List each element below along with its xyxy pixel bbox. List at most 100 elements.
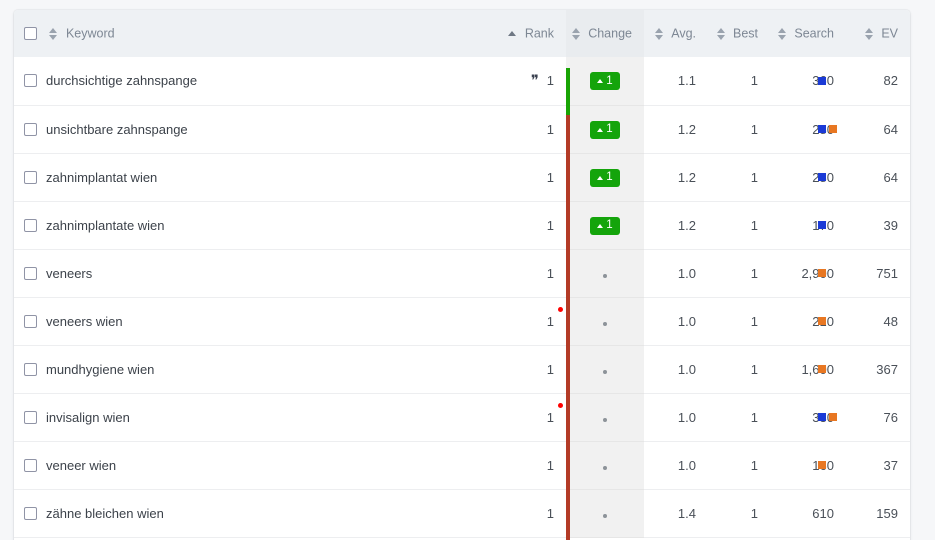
cell-change <box>566 249 644 298</box>
cell-avg: 1.0 <box>644 249 708 298</box>
avg-value: 1.4 <box>677 505 696 521</box>
cell-keyword: veneers <box>14 249 416 298</box>
row-checkbox[interactable] <box>24 266 37 280</box>
table-row[interactable]: durchsichtige zahnspange❞111.1136082 <box>14 57 910 106</box>
table-row[interactable]: veneer wien 1 1.0 1 160 37 <box>14 441 910 490</box>
row-checkbox[interactable] <box>24 170 37 184</box>
table-row[interactable]: veneers 1 1.0 1 2,900 751 <box>14 249 910 298</box>
row-checkbox[interactable] <box>24 458 37 472</box>
cell-change <box>566 345 644 394</box>
serp-feature-markers <box>818 125 837 133</box>
rank-value: 1 <box>546 217 554 233</box>
change-badge-up: 1 <box>590 72 620 91</box>
cell-best: 1 <box>708 153 770 202</box>
cell-rank: 1 <box>416 345 826 394</box>
row-checkbox[interactable] <box>24 122 37 136</box>
ev-value: 159 <box>876 505 898 521</box>
serp-marker-orange-icon <box>818 365 826 373</box>
cell-search: 1,600 <box>770 345 846 394</box>
avg-value: 1.2 <box>677 169 696 185</box>
row-checkbox[interactable] <box>24 314 37 328</box>
cell-best: 1 <box>708 105 770 154</box>
table-row[interactable]: zähne bleichen wien 1 1.4 1 610 159 <box>14 489 910 538</box>
change-badge-up: 1 <box>590 120 620 139</box>
select-all-checkbox[interactable] <box>24 27 37 41</box>
change-none-dot-icon <box>603 273 607 278</box>
rank-value: 1 <box>547 306 563 329</box>
best-value: 1 <box>750 409 758 425</box>
row-checkbox[interactable] <box>24 218 37 232</box>
avg-value: 1.0 <box>677 313 696 329</box>
keyword-rank-card: Keyword Rank Change Avg. Best Search EV … <box>14 10 910 540</box>
serp-marker-orange-icon <box>829 413 837 421</box>
sort-arrows-icon-rank <box>508 28 517 40</box>
cell-search: 610 <box>770 489 846 538</box>
cell-keyword: unsichtbare zahnspange <box>14 105 416 154</box>
serp-feature-markers <box>818 317 826 325</box>
cell-ev: 48 <box>846 297 910 346</box>
table-row[interactable]: veneers wien 1 1.0 1 210 48 <box>14 297 910 346</box>
change-badge-up: 1 <box>590 216 620 235</box>
cell-avg: 1.1 <box>644 57 708 106</box>
column-header-search[interactable]: Search <box>770 10 846 57</box>
change-none-dot-icon <box>603 321 607 326</box>
column-header-avg[interactable]: Avg. <box>644 10 708 57</box>
keyword-label: zahnimplantat wien <box>46 169 158 185</box>
rank-value: 1 <box>546 361 554 377</box>
ev-value: 367 <box>876 361 898 377</box>
cell-avg: 1.0 <box>644 441 708 490</box>
column-header-best[interactable]: Best <box>708 10 770 57</box>
column-header-change[interactable]: Change <box>566 10 644 57</box>
sort-arrows-icon-search <box>777 27 787 40</box>
serp-feature-markers <box>818 269 826 277</box>
serp-marker-orange-icon <box>818 317 826 325</box>
cell-ev: 64 <box>846 153 910 202</box>
best-value: 1 <box>750 313 758 329</box>
cell-ev: 39 <box>846 201 910 250</box>
cell-rank: 1 <box>416 249 826 298</box>
sort-arrows-icon-avg <box>654 27 664 40</box>
serp-marker-blue-icon <box>818 221 826 229</box>
cell-change: 1 <box>566 201 644 250</box>
row-checkbox[interactable] <box>24 506 37 520</box>
cell-best: 1 <box>708 57 770 106</box>
avg-value: 1.1 <box>677 73 696 89</box>
cell-ev: 751 <box>846 249 910 298</box>
table-row[interactable]: zahnimplantat wien 1 1 1.2 1 280 64 <box>14 153 910 202</box>
rank-value: 1 <box>547 402 563 425</box>
ev-value: 751 <box>876 265 898 281</box>
sort-arrows-icon-ev <box>864 27 874 40</box>
table-row[interactable]: invisalign wien11.0133076 <box>14 393 910 442</box>
ev-value: 64 <box>883 121 898 137</box>
change-none-dot-icon <box>603 417 607 422</box>
rank-strip-green <box>566 68 570 115</box>
ev-value: 64 <box>883 169 898 185</box>
cell-change <box>566 393 644 442</box>
column-header-ev[interactable]: EV <box>846 10 910 57</box>
cell-search: 280 <box>770 153 846 202</box>
avg-value: 1.2 <box>677 121 696 137</box>
column-header-rank[interactable]: Rank <box>416 10 566 57</box>
cell-keyword: zähne bleichen wien <box>14 489 416 538</box>
rank-value: 1 <box>546 73 554 89</box>
table-row[interactable]: zahnimplantate wien 1 1 1.2 1 170 39 <box>14 201 910 250</box>
header-row: Keyword Rank Change Avg. Best Search EV <box>14 10 910 57</box>
row-checkbox[interactable] <box>24 410 37 424</box>
cell-keyword: veneers wien <box>14 297 416 346</box>
cell-keyword: durchsichtige zahnspange <box>14 57 416 106</box>
serp-marker-orange-icon <box>818 269 826 277</box>
row-checkbox[interactable] <box>24 74 37 88</box>
column-header-keyword[interactable]: Keyword <box>14 10 416 57</box>
alert-dot-icon <box>558 402 563 408</box>
table-body: durchsichtige zahnspange❞111.1136082unsi… <box>14 57 910 538</box>
table-row[interactable]: mundhygiene wien 1 1.0 1 1,600 367 <box>14 345 910 394</box>
best-value: 1 <box>750 457 758 473</box>
cell-avg: 1.2 <box>644 153 708 202</box>
cell-best: 1 <box>708 393 770 442</box>
table-header: Keyword Rank Change Avg. Best Search EV <box>14 10 910 57</box>
table-row[interactable]: unsichtbare zahnspange111.2128064 <box>14 105 910 154</box>
featured-snippet-icon: ❞ <box>530 71 539 90</box>
sort-arrows-icon-best <box>716 27 726 40</box>
row-checkbox[interactable] <box>24 362 37 376</box>
cell-best: 1 <box>708 249 770 298</box>
